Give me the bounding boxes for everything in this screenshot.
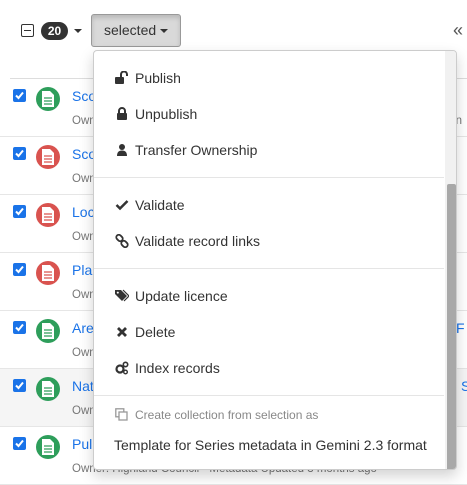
document-icon [36, 261, 60, 285]
document-icon [36, 203, 60, 227]
cogs-icon [115, 361, 129, 375]
tags-icon [115, 289, 129, 302]
record-title-link[interactable]: Pul [72, 436, 92, 452]
user-icon [117, 144, 127, 156]
menu-item-label: Validate [135, 197, 185, 213]
collection-header-label: Create collection from selection as [135, 408, 319, 422]
menu-item-label: Validate record links [135, 233, 261, 249]
row-checkbox[interactable] [13, 147, 26, 160]
record-title-link[interactable]: Loc [72, 204, 95, 220]
lock-icon [117, 107, 127, 120]
row-checkbox[interactable] [13, 263, 26, 276]
selected-actions-button[interactable]: selected [91, 14, 181, 47]
times-icon [117, 327, 127, 337]
menu-item-unpublish[interactable]: Unpublish [94, 99, 444, 129]
menu-item-label: Update licence [135, 288, 228, 304]
document-icon [36, 377, 60, 401]
menu-item-index-records[interactable]: Index records [94, 353, 444, 383]
menu-item-publish[interactable]: Publish [94, 63, 444, 93]
row-checkbox[interactable] [13, 437, 26, 450]
menu-divider [94, 177, 444, 178]
chevron-down-icon [160, 29, 168, 33]
row-checkbox[interactable] [13, 89, 26, 102]
unlock-icon [115, 71, 128, 84]
collapse-all-icon[interactable] [21, 24, 34, 37]
record-title-link-tail[interactable]: F [456, 320, 465, 336]
menu-item-validate[interactable]: Validate [94, 190, 444, 220]
menu-item-update-licence[interactable]: Update licence [94, 281, 444, 311]
menu-item-collection-template[interactable]: Template for Series metadata in Gemini 2… [114, 432, 444, 458]
menu-item-label: Publish [135, 70, 181, 86]
count-dropdown-caret-icon[interactable] [74, 29, 82, 33]
menu-item-label: Index records [135, 360, 220, 376]
record-title-link-tail[interactable]: S [461, 378, 467, 394]
menu-item-label: Transfer Ownership [135, 142, 258, 158]
menu-item-label: Delete [135, 324, 176, 340]
menu-item-delete[interactable]: Delete [94, 317, 444, 347]
row-checkbox[interactable] [13, 205, 26, 218]
menu-item-validate-record-links[interactable]: Validate record links [94, 226, 444, 256]
document-icon [36, 319, 60, 343]
collection-header: Create collection from selection as [94, 405, 444, 425]
check-icon [115, 200, 129, 211]
record-title-link[interactable]: Pla [72, 262, 92, 278]
selected-actions-menu: Publish Unpublish Transfer Ownership Val… [93, 50, 457, 470]
menu-item-label: Template for Series metadata in Gemini 2… [114, 437, 427, 453]
selection-count-badge[interactable]: 20 [41, 22, 68, 40]
document-icon [36, 87, 60, 111]
menu-divider [94, 395, 444, 396]
menu-scrollbar-thumb[interactable] [447, 184, 456, 469]
document-icon [36, 145, 60, 169]
menu-item-transfer-ownership[interactable]: Transfer Ownership [94, 135, 444, 165]
selected-actions-label: selected [104, 22, 157, 38]
record-title-link[interactable]: Are [72, 320, 94, 336]
menu-divider [94, 268, 444, 269]
copy-icon [115, 408, 128, 421]
previous-page-icon[interactable]: « [453, 20, 463, 40]
record-title-link[interactable]: Nat [72, 378, 94, 394]
row-checkbox[interactable] [13, 321, 26, 334]
menu-item-label: Unpublish [135, 106, 198, 122]
document-icon [36, 435, 60, 459]
row-checkbox[interactable] [13, 379, 26, 392]
link-icon [115, 234, 129, 248]
